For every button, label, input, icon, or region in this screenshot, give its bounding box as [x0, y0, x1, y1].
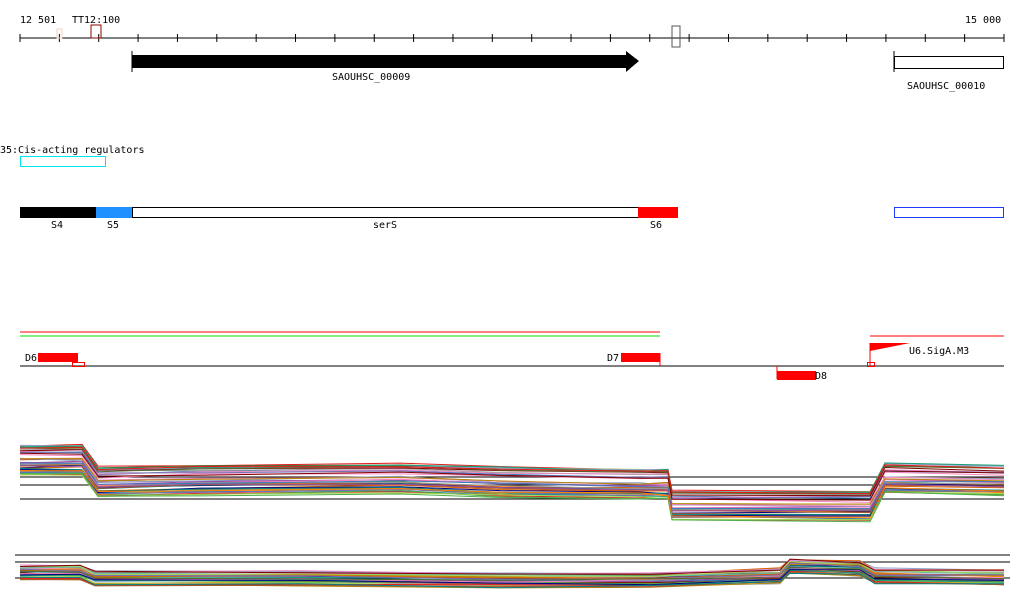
- gene-box[interactable]: [894, 56, 1004, 69]
- gene-label: SAOUHSC_00009: [332, 72, 410, 83]
- segments-track: S4 S5 serS S6: [20, 207, 1004, 231]
- feature-label: D7: [607, 353, 619, 364]
- marker-label: TT12:100: [72, 15, 120, 26]
- feature-label: U6.SigA.M3: [909, 346, 969, 357]
- segment-other[interactable]: [894, 207, 1004, 218]
- expression-profiles-2: [15, 554, 1010, 589]
- feature-label: D6: [25, 353, 37, 364]
- ruler: 12 501 15 000 TT12:100: [19, 15, 1005, 48]
- segment-label: S6: [650, 220, 662, 231]
- regulator-box[interactable]: [20, 156, 106, 167]
- ruler-start-label: 12 501: [20, 15, 56, 26]
- segment-label: S4: [51, 220, 63, 231]
- feature-u6-sigA-m3[interactable]: [870, 343, 910, 351]
- segment-s5[interactable]: [96, 207, 132, 218]
- regulators-track-label: 35:Cis-acting regulators: [0, 145, 145, 156]
- genome-browser: 12 501 15 000 TT12:100 SAOUHSC_00009 SAO…: [0, 15, 1010, 589]
- gene-arrow[interactable]: [132, 51, 639, 72]
- gene-label: SAOUHSC_00010: [907, 81, 985, 92]
- feature-label: D8: [815, 371, 827, 382]
- ruler-end-label: 15 000: [965, 15, 1001, 26]
- marker-tt12[interactable]: [90, 24, 102, 39]
- segment-label: serS: [373, 220, 397, 231]
- features-track: D6 D7 D8 U6.SigA.M3: [20, 331, 1004, 382]
- expression-profiles-1: [19, 443, 1005, 523]
- segment-sers[interactable]: [132, 207, 639, 218]
- feature-d7[interactable]: [621, 353, 660, 362]
- feature-d6[interactable]: [38, 353, 78, 362]
- segment-s4[interactable]: [20, 207, 96, 218]
- gene-sAOUHSC_00009[interactable]: SAOUHSC_00009: [131, 51, 639, 83]
- gene-sAOUHSC_00010[interactable]: SAOUHSC_00010: [893, 51, 1004, 92]
- segment-s6[interactable]: [638, 207, 678, 218]
- segment-label: S5: [107, 220, 119, 231]
- feature-d8[interactable]: [777, 371, 816, 380]
- marker-box[interactable]: [671, 25, 681, 48]
